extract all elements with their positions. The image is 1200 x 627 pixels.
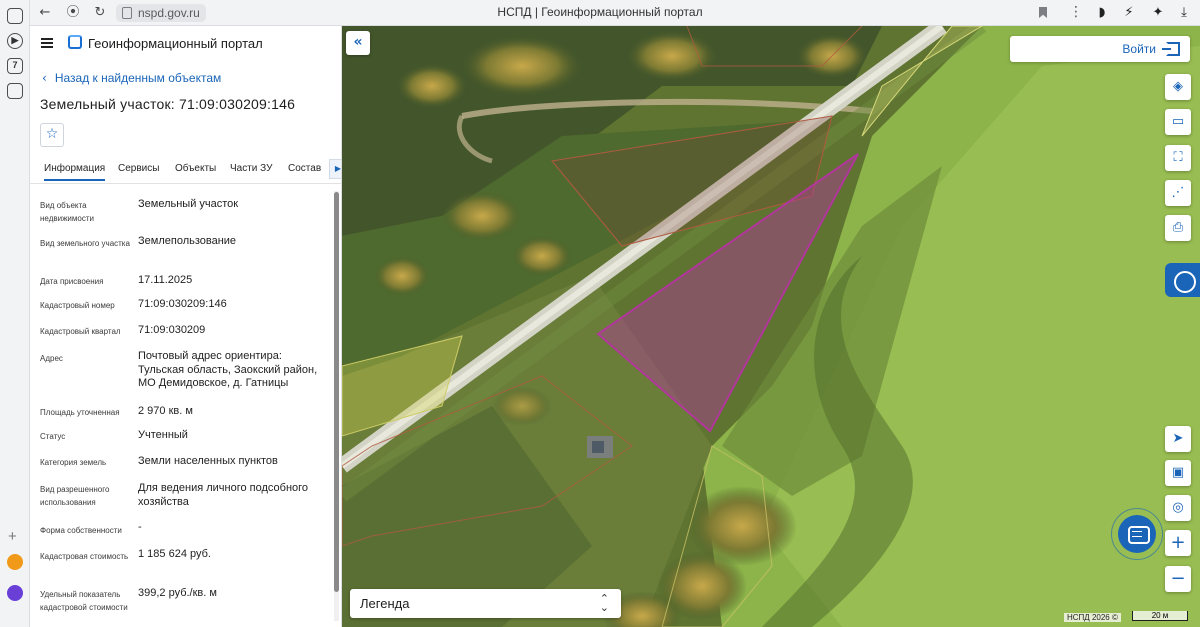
page-title: Земельный участок: 71:09:030209:146 xyxy=(40,96,296,112)
info-value: 71:09:030209 xyxy=(138,324,206,336)
navigate-icon: ➤ xyxy=(1172,431,1184,446)
screenshot-icon[interactable] xyxy=(7,83,23,99)
print-icon: ⎙ xyxy=(1172,220,1184,235)
layers-button[interactable]: ◈ xyxy=(1165,74,1191,100)
url-text: nspd.gov.ru xyxy=(138,6,200,20)
info-label: Вид объекта недвижимости xyxy=(40,201,94,223)
back-link-label: Назад к найденным объектам xyxy=(54,71,222,85)
info-label: Форма собственности xyxy=(40,526,122,535)
info-label: Дата присвоения xyxy=(40,277,104,286)
info-value: 399,2 руб./кв. м xyxy=(138,587,217,599)
collapse-panel-button[interactable]: « xyxy=(346,31,370,55)
extension-download-icon[interactable]: ⤓ xyxy=(1176,5,1192,21)
extension-hat-icon[interactable]: ◗ xyxy=(1094,5,1110,21)
up-down-chevron-icon: ⌃ ⌄ xyxy=(599,592,609,614)
ruler-icon: ▭ xyxy=(1171,114,1185,129)
share-icon: ⋰ xyxy=(1171,185,1185,200)
collections-icon[interactable] xyxy=(7,8,23,24)
zoom-in-icon: + xyxy=(1170,532,1186,553)
back-to-results-link[interactable]: ‹ Назад к найденным объектам xyxy=(42,71,221,85)
lock-icon xyxy=(122,7,132,19)
info-value: Учтенный xyxy=(138,429,188,441)
browser-toolbar: ← ⦿ ↻ nspd.gov.ru НСПД | Геоинформационн… xyxy=(0,0,1200,26)
play-icon[interactable]: ▶ xyxy=(7,33,23,49)
locate-button[interactable]: ◎ xyxy=(1165,495,1191,521)
map-copyright: НСПД 2026 © xyxy=(1064,613,1121,622)
info-label: Вид земельного участка xyxy=(40,239,130,248)
legend-label: Легенда xyxy=(360,596,410,611)
info-value: 17.11.2025 xyxy=(138,274,193,286)
satellite-imagery xyxy=(342,26,1200,627)
portal-name: Геоинформационный портал xyxy=(88,36,263,51)
mail-icon[interactable] xyxy=(7,554,23,570)
login-icon xyxy=(1162,42,1180,56)
extension-puzzle-icon[interactable]: ✦ xyxy=(1150,5,1166,21)
tab-parts[interactable]: Части ЗУ xyxy=(230,163,272,174)
portal-logo-icon xyxy=(68,35,82,49)
browser-sidebar: ▶ 7 + xyxy=(0,0,30,627)
search-map-button[interactable] xyxy=(1165,263,1200,297)
menu-dots-icon[interactable]: ⋮ xyxy=(1069,4,1083,20)
info-label: Площадь уточненная xyxy=(40,408,120,417)
info-label: Категория земель xyxy=(40,458,107,467)
layers-icon: ◈ xyxy=(1173,79,1183,94)
tab-information[interactable]: Информация xyxy=(44,163,106,181)
info-value: 71:09:030209:146 xyxy=(138,298,227,310)
zoom-out-icon: − xyxy=(1170,568,1186,589)
zoom-in-button[interactable]: + xyxy=(1165,530,1191,556)
tabs-divider xyxy=(30,183,341,184)
map-scale: 20 м xyxy=(1132,611,1188,621)
reload-icon[interactable]: ↻ xyxy=(91,4,109,22)
info-label: Кадастровый номер xyxy=(40,301,115,310)
info-value: Земли населенных пунктов xyxy=(138,455,278,467)
extension-bolt-icon[interactable]: ⚡ xyxy=(1121,5,1137,21)
select-area-button[interactable]: ⛶ xyxy=(1165,145,1191,171)
info-label: Адрес xyxy=(40,354,63,363)
login-label: Войти xyxy=(1122,42,1156,56)
tabs-scroll-right-icon[interactable]: ▶ xyxy=(329,159,341,179)
star-icon: ☆ xyxy=(45,126,59,142)
ruler-button[interactable]: ▭ xyxy=(1165,109,1191,135)
map-view-icon: ▣ xyxy=(1171,465,1185,480)
info-value: 2 970 кв. м xyxy=(138,405,193,417)
address-bar[interactable]: nspd.gov.ru xyxy=(116,4,206,22)
info-label: Кадастровая стоимость xyxy=(40,552,129,561)
info-value: - xyxy=(138,521,142,533)
info-label: Статус xyxy=(40,432,66,441)
hamburger-menu-icon[interactable] xyxy=(41,38,53,48)
tab-objects[interactable]: Объекты xyxy=(175,163,216,174)
shield-icon[interactable]: ⦿ xyxy=(64,4,82,22)
map-view[interactable]: « Войти ◈ ▭ ⛶ ⋰ ⎙ ➤ ▣ ◎ + − Легенда ⌃ ⌄ Н… xyxy=(342,26,1200,627)
back-arrow-icon[interactable]: ← xyxy=(36,4,54,22)
calendar-icon[interactable]: 7 xyxy=(7,58,23,74)
tab-bar: Информация Сервисы Объекты Части ЗУ Сост… xyxy=(40,159,341,183)
favorite-button[interactable]: ☆ xyxy=(40,123,64,147)
select-area-icon: ⛶ xyxy=(1173,150,1183,165)
info-label: Удельный показатель кадастровой стоимост… xyxy=(40,590,128,612)
info-panel: Геоинформационный портал ‹ Назад к найден… xyxy=(30,26,342,627)
map-view-button[interactable]: ▣ xyxy=(1165,460,1191,486)
assistant-icon[interactable] xyxy=(7,585,23,601)
info-value: 1 185 624 руб. xyxy=(138,548,211,560)
locate-icon: ◎ xyxy=(1172,500,1184,515)
info-label: Вид разрешенного использования xyxy=(40,485,110,507)
info-value: Землепользование xyxy=(138,235,237,247)
tab-composition[interactable]: Состав xyxy=(288,163,321,174)
legend-dropdown[interactable]: Легенда ⌃ ⌄ xyxy=(350,589,621,618)
share-button[interactable]: ⋰ xyxy=(1165,180,1191,206)
info-label: Кадастровый квартал xyxy=(40,327,121,336)
print-button[interactable]: ⎙ xyxy=(1165,215,1191,241)
zoom-out-button[interactable]: − xyxy=(1165,566,1191,592)
navigate-button[interactable]: ➤ xyxy=(1165,426,1191,452)
chevron-left-icon: ‹ xyxy=(42,71,47,85)
bookmark-icon[interactable] xyxy=(1039,7,1047,18)
scrollbar-thumb[interactable] xyxy=(334,192,339,592)
add-icon[interactable]: + xyxy=(8,528,17,545)
info-value: Для ведения личного подсобного хозяйства xyxy=(138,482,309,508)
info-value: Земельный участок xyxy=(138,198,239,210)
tab-services[interactable]: Сервисы xyxy=(118,163,159,174)
login-button[interactable]: Войти xyxy=(1010,36,1190,62)
info-value: Почтовый адрес ориентира: Тульская облас… xyxy=(138,350,318,389)
chat-button[interactable] xyxy=(1118,515,1156,553)
